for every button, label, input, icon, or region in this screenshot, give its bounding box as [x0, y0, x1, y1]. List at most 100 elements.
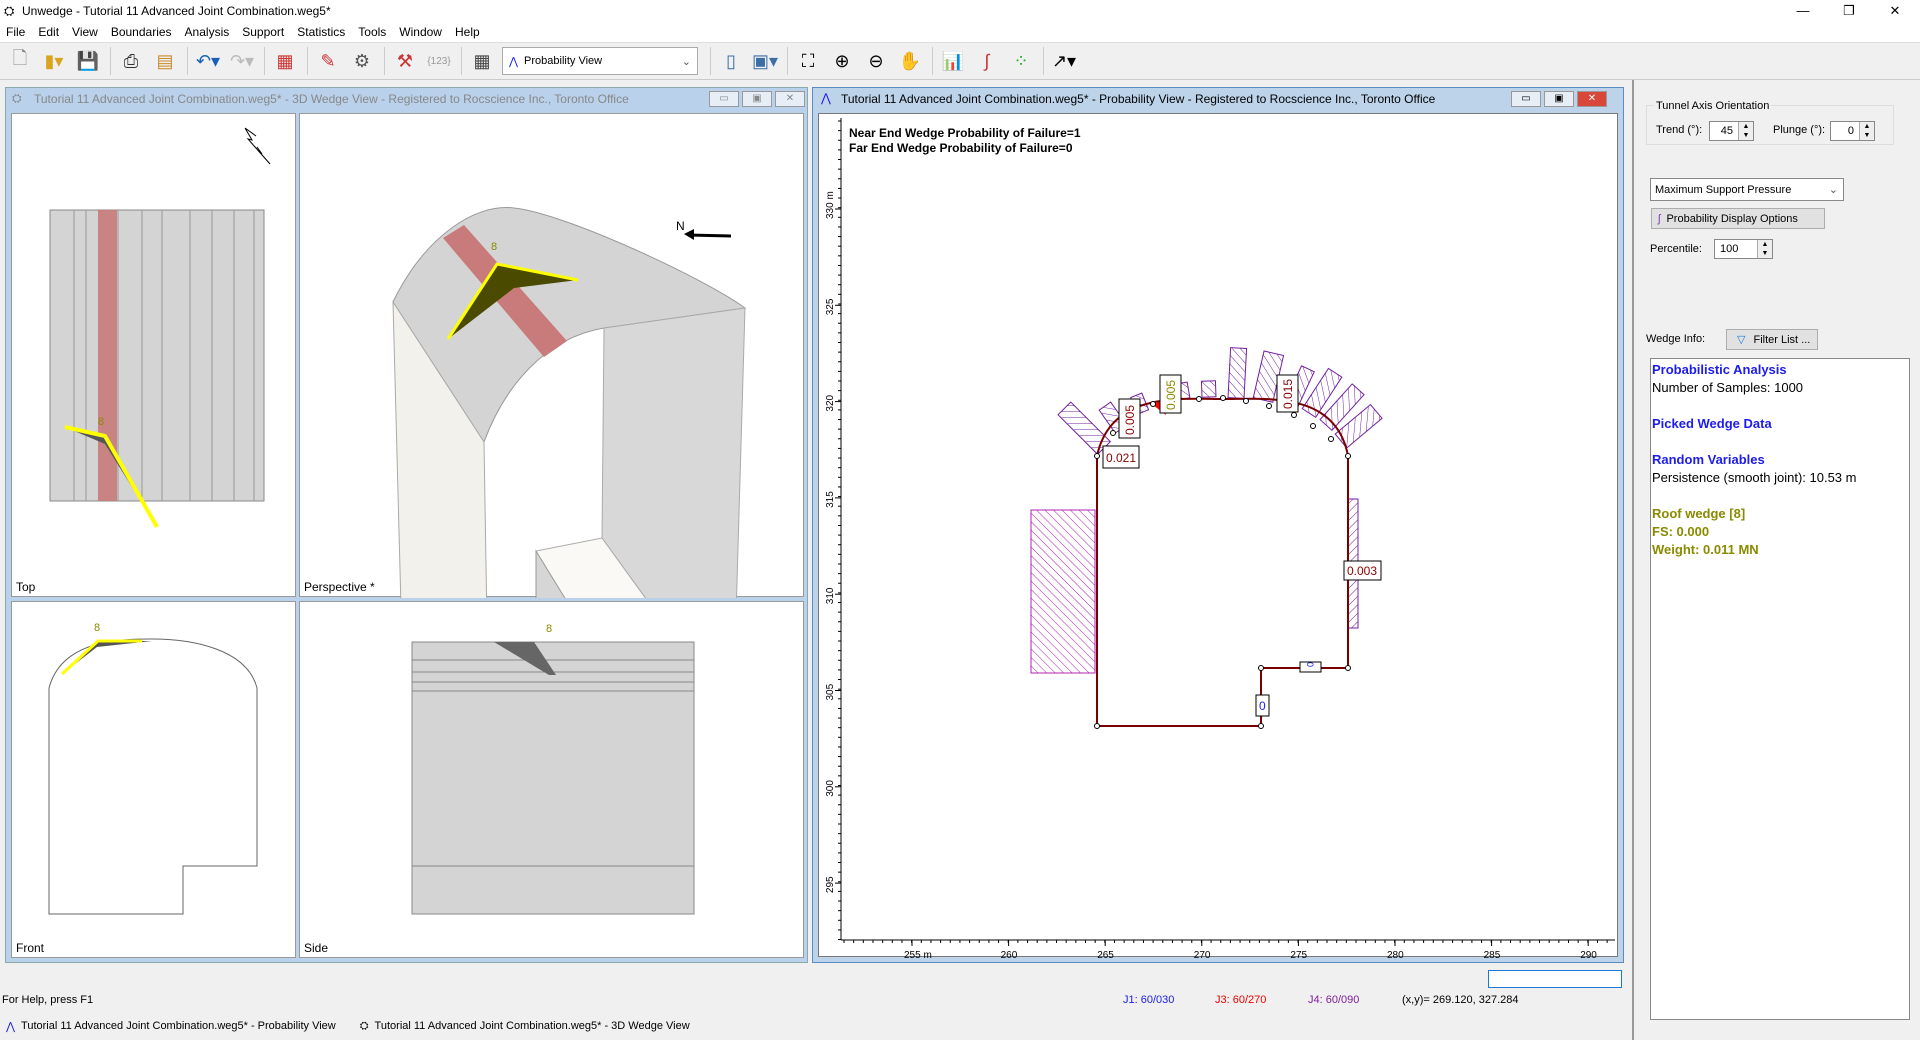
new-file-icon[interactable]: 🗋: [6, 47, 34, 75]
boundary-node: [1291, 412, 1297, 418]
menu-tools[interactable]: Tools: [358, 25, 386, 39]
minimize-button[interactable]: —: [1780, 0, 1826, 22]
support-pressure-bar: [1200, 380, 1217, 398]
arrow-tool-icon[interactable]: ↗▾: [1050, 47, 1078, 75]
svg-text:0: 0: [1305, 662, 1315, 667]
y-tick-label: 330 m: [825, 191, 836, 219]
scatter-icon[interactable]: ⁘: [1007, 47, 1035, 75]
y-tick-label: 325: [825, 298, 836, 315]
boundary-node: [1328, 436, 1334, 442]
spinner-arrows-icon[interactable]: ▲ ▼: [1757, 240, 1772, 258]
close-button[interactable]: ✕: [1872, 0, 1918, 22]
x-tick-label: 270: [1194, 950, 1211, 958]
edit-document-icon[interactable]: ✎: [314, 47, 342, 75]
histogram-icon[interactable]: 📊: [939, 47, 967, 75]
menu-statistics[interactable]: Statistics: [297, 25, 345, 39]
window-tabs: ⋀ Tutorial 11 Advanced Joint Combination.…: [0, 1014, 1628, 1038]
trend-input[interactable]: 45 ▲ ▼: [1709, 121, 1754, 141]
info-heading[interactable]: Random Variables: [1652, 451, 1908, 469]
side-view[interactable]: 8 Side: [299, 601, 804, 958]
spinner-arrows-icon[interactable]: ▲ ▼: [1859, 122, 1874, 140]
menu-help[interactable]: Help: [455, 25, 480, 39]
view-select[interactable]: ⋀ Probability View ⌄: [502, 47, 698, 75]
cube-icon: ⛭: [359, 1019, 369, 1032]
calculator-icon[interactable]: ▦: [468, 47, 496, 75]
boundary-node: [1196, 396, 1202, 402]
left-wall-pressure-bar: [1030, 509, 1096, 674]
color-grid-icon[interactable]: ▦: [271, 47, 299, 75]
boundary-node: [1243, 398, 1249, 404]
tab-probability-view[interactable]: ⋀ Tutorial 11 Advanced Joint Combination.…: [0, 1020, 336, 1033]
tunnel-plan: [49, 209, 265, 502]
perspective-view[interactable]: 8 N Perspective *: [299, 113, 804, 870]
spinner-arrows-icon[interactable]: ▲ ▼: [1738, 122, 1753, 140]
minimize-button[interactable]: ▭: [1511, 91, 1541, 107]
boundary-node: [1345, 453, 1351, 459]
restore-button[interactable]: ❐: [1826, 0, 1872, 22]
zoom-extents-icon[interactable]: ⛶: [794, 47, 822, 75]
print-icon[interactable]: ⎙: [117, 47, 145, 75]
front-view-label: Front: [16, 941, 45, 955]
svg-text:8: 8: [98, 416, 104, 428]
tunnel-wall-right: [601, 307, 746, 721]
open-folder-icon[interactable]: ▮▾: [40, 47, 68, 75]
far-end-probability: Far End Wedge Probability of Failure=0: [849, 141, 1073, 155]
plunge-input[interactable]: 0 ▲ ▼: [1830, 121, 1875, 141]
probability-plot[interactable]: 255 m 260 265 270 275 280 285 290 330 m 325 320 315…: [818, 113, 1618, 961]
boundary-node: [1310, 423, 1316, 429]
wedge-window-titlebar: ⛭ Tutorial 11 Advanced Joint Combination…: [6, 88, 807, 110]
info-heading[interactable]: Probabilistic Analysis: [1652, 361, 1908, 379]
compute-icon[interactable]: ⚒: [391, 47, 419, 75]
probability-view-window: ⋀ Tutorial 11 Advanced Joint Combination…: [812, 87, 1624, 963]
menu-window[interactable]: Window: [399, 25, 442, 39]
menu-analysis[interactable]: Analysis: [185, 25, 230, 39]
front-view[interactable]: 8 Front: [11, 601, 296, 958]
app-icon: ⛭: [4, 3, 15, 18]
minimize-button[interactable]: ▭: [709, 91, 739, 107]
command-input[interactable]: [1488, 970, 1622, 988]
undo-icon[interactable]: ↶▾: [194, 47, 222, 75]
window-title: Unwedge - Tutorial 11 Advanced Joint Com…: [22, 4, 331, 18]
menu-view[interactable]: View: [72, 25, 98, 39]
filter-list-button[interactable]: ▽ Filter List ...: [1726, 329, 1818, 350]
menu-file[interactable]: File: [6, 25, 25, 39]
tab-3d-wedge-view[interactable]: ⛭ Tutorial 11 Advanced Joint Combination.…: [360, 1020, 690, 1033]
svg-text:0.005: 0.005: [1123, 405, 1137, 435]
svg-text:8: 8: [94, 622, 100, 634]
menu-boundaries[interactable]: Boundaries: [111, 25, 172, 39]
boundary-node: [1110, 430, 1116, 436]
tunnel-section: [48, 638, 258, 915]
probability-window-titlebar: ⋀ Tutorial 11 Advanced Joint Combination…: [813, 88, 1623, 110]
maximize-button[interactable]: ▣: [1544, 91, 1574, 107]
tile-icon[interactable]: ▯: [717, 47, 745, 75]
numbers-icon[interactable]: {123}: [425, 47, 453, 75]
top-view[interactable]: 8 Top: [11, 113, 296, 597]
settings-document-icon[interactable]: ⚙: [348, 47, 376, 75]
svg-text:0: 0: [1259, 699, 1266, 713]
x-tick-label: 290: [1580, 950, 1597, 958]
pan-icon[interactable]: ✋: [896, 47, 924, 75]
save-icon[interactable]: 💾: [74, 47, 102, 75]
tunnel-side: [411, 641, 695, 915]
zoom-out-icon[interactable]: ⊖: [862, 47, 890, 75]
close-button[interactable]: ✕: [1577, 91, 1607, 107]
title-bar: ⛭ Unwedge - Tutorial 11 Advanced Joint C…: [0, 0, 1920, 22]
menu-support[interactable]: Support: [242, 25, 284, 39]
percentile-input[interactable]: 100 ▲ ▼: [1714, 239, 1773, 259]
menu-edit[interactable]: Edit: [38, 25, 59, 39]
y-tick-label: 315: [825, 491, 836, 508]
export-icon[interactable]: ▤: [151, 47, 179, 75]
close-button[interactable]: ✕: [775, 91, 805, 107]
cumulative-icon[interactable]: ∫: [973, 47, 1001, 75]
probability-display-options-button[interactable]: ʃ Probability Display Options: [1651, 208, 1825, 229]
redo-icon[interactable]: ↷▾: [228, 47, 256, 75]
add-view-icon[interactable]: ▣▾: [751, 47, 779, 75]
display-type-select[interactable]: Maximum Support Pressure ⌄: [1650, 178, 1844, 201]
x-tick-label: 275: [1290, 950, 1307, 958]
maximize-button[interactable]: ▣: [742, 91, 772, 107]
boundary-node: [1220, 395, 1226, 401]
info-heading[interactable]: Picked Wedge Data: [1652, 415, 1908, 433]
zoom-in-icon[interactable]: ⊕: [828, 47, 856, 75]
trend-label: Trend (°):: [1656, 124, 1703, 136]
y-tick-label: 305: [825, 683, 836, 700]
